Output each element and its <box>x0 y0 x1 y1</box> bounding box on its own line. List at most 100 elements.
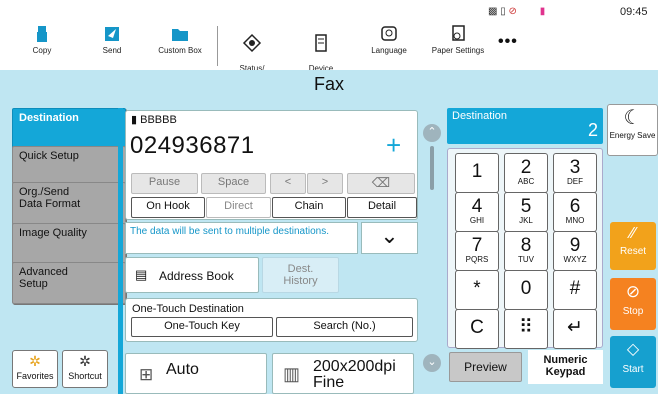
key-star[interactable]: * <box>455 270 499 310</box>
copy-icon <box>37 26 47 42</box>
key-digit: # <box>569 278 581 299</box>
nav-advanced-setup[interactable]: Advanced Setup <box>12 262 126 304</box>
color-mode-icon: ⊞ <box>139 365 154 384</box>
address-card-icon: ▮ <box>131 114 138 126</box>
nav-destination[interactable]: Destination <box>12 108 126 150</box>
shortcut-button[interactable]: ✲ Shortcut <box>62 350 108 388</box>
send-icon <box>105 27 119 41</box>
key-6[interactable]: 6 MNO <box>553 192 597 232</box>
key-letters: GHI <box>469 216 485 225</box>
start-icon: ◇ <box>626 341 640 358</box>
destination-count-panel[interactable]: Destination 2 <box>447 108 603 144</box>
nav-image-quality[interactable]: Image Quality <box>12 223 126 267</box>
more-button[interactable]: ••• <box>498 33 518 51</box>
one-touch-key-button[interactable]: One-Touch Key <box>131 317 273 337</box>
page-title: Fax <box>313 74 344 94</box>
add-destination-button[interactable]: + <box>386 132 401 158</box>
expand-notice-button[interactable]: ⌄ <box>361 222 418 254</box>
chevron-down-icon: ⌄ <box>380 223 399 248</box>
stop-button[interactable]: ⊘ Stop <box>610 278 656 330</box>
shortcut-icon: ✲ <box>79 353 91 369</box>
custom-box-button[interactable]: Custom Box <box>152 24 208 55</box>
send-label: Send <box>102 46 122 55</box>
stop-label: Stop <box>622 306 644 317</box>
key-1[interactable]: 1 <box>455 153 499 193</box>
favorites-label: Favorites <box>16 371 54 381</box>
address-book-button[interactable]: ▤ Address Book <box>125 257 259 293</box>
key-9[interactable]: 9 WXYZ <box>553 231 597 271</box>
numeric-keypad-toggle[interactable]: Numeric Keypad <box>528 350 603 384</box>
reset-icon: ⁄⁄ <box>630 225 636 242</box>
reset-button[interactable]: ⁄⁄ Reset <box>610 222 656 270</box>
key-digit: C <box>470 317 484 338</box>
backspace-button[interactable]: ⌫ <box>347 173 415 194</box>
chevron-up-icon: ⌃ <box>427 126 437 138</box>
direct-button[interactable]: Direct <box>206 197 271 218</box>
color-mode-button[interactable]: ⊞ Auto <box>125 353 267 394</box>
key-enter[interactable]: ↵ <box>553 309 597 349</box>
network-icon: ▩ <box>488 6 498 17</box>
stop-icon: ⊘ <box>625 282 641 301</box>
nav-quick-setup[interactable]: Quick Setup <box>12 146 126 184</box>
custom-box-label: Custom Box <box>158 46 202 55</box>
one-touch-title: One-Touch Destination <box>132 303 244 315</box>
language-button[interactable]: Language <box>366 24 412 55</box>
key-7[interactable]: 7 PQRS <box>455 231 499 271</box>
energy-save-button[interactable]: ☾ Energy Save <box>607 104 658 156</box>
key-digit: 9 <box>569 235 581 256</box>
no-connection-icon: ⊘ <box>508 6 517 17</box>
cursor-left-button[interactable]: < <box>270 173 306 194</box>
key-clear[interactable]: C <box>455 309 499 349</box>
preview-button[interactable]: Preview <box>449 352 522 382</box>
key-4[interactable]: 4 GHI <box>455 192 499 232</box>
key-symbols[interactable]: ⠿ <box>504 309 548 349</box>
folder-icon <box>172 29 188 41</box>
memory-icon: ▯ <box>500 6 506 17</box>
status-indicators: ▩ ▯ ⊘ ▮ <box>488 6 545 17</box>
on-hook-button[interactable]: On Hook <box>131 197 205 218</box>
start-button[interactable]: ◇ Start <box>610 336 656 388</box>
paper-settings-button[interactable]: Paper Settings <box>428 24 488 55</box>
key-digit: * <box>473 278 481 299</box>
key-letters: JKL <box>519 216 533 225</box>
reset-label: Reset <box>619 246 647 257</box>
cursor-right-button[interactable]: > <box>307 173 343 194</box>
key-2[interactable]: 2 ABC <box>504 153 548 193</box>
copy-label: Copy <box>32 46 52 55</box>
clock: 09:45 <box>620 6 648 18</box>
destination-name-text: BBBBB <box>140 114 177 126</box>
address-book-label: Address Book <box>159 269 234 283</box>
start-label: Start <box>622 364 644 375</box>
key-5[interactable]: 5 JKL <box>504 192 548 232</box>
key-letters: MNO <box>565 216 585 225</box>
resolution-button[interactable]: ▥ 200x200dpi Fine <box>272 353 414 394</box>
destination-count-value: 2 <box>587 120 598 140</box>
key-letters: PQRS <box>465 255 489 264</box>
space-button[interactable]: Space <box>201 173 266 194</box>
toner-icon: ▮ <box>539 6 546 17</box>
scroll-up-button[interactable]: ⌃ <box>423 124 441 142</box>
key-hash[interactable]: # <box>553 270 597 310</box>
pause-button[interactable]: Pause <box>131 173 198 194</box>
key-8[interactable]: 8 TUV <box>504 231 548 271</box>
favorites-button[interactable]: ✲ Favorites <box>12 350 58 388</box>
nav-org-send-data-format[interactable]: Org./Send Data Format <box>12 182 126 226</box>
send-button[interactable]: Send <box>92 24 132 55</box>
key-letters: WXYZ <box>563 255 587 264</box>
scroll-down-button[interactable]: ⌄ <box>423 354 441 372</box>
search-no-button[interactable]: Search (No.) <box>276 317 413 337</box>
fax-number-display[interactable]: 024936871 <box>130 132 255 160</box>
scrollbar-thumb[interactable] <box>430 146 434 190</box>
key-digit: 4 <box>471 196 483 217</box>
copy-button[interactable]: Copy <box>22 24 62 55</box>
address-book-icon: ▤ <box>135 267 148 282</box>
language-icon <box>381 26 397 41</box>
chain-button[interactable]: Chain <box>272 197 346 218</box>
key-digit: 3 <box>569 157 581 178</box>
dest-history-button[interactable]: Dest. History <box>262 257 339 293</box>
multiple-destinations-notice: The data will be sent to multiple destin… <box>125 222 358 254</box>
detail-button[interactable]: Detail <box>347 197 417 218</box>
key-digit: ↵ <box>567 317 583 338</box>
key-0[interactable]: 0 <box>504 270 548 310</box>
key-3[interactable]: 3 DEF <box>553 153 597 193</box>
